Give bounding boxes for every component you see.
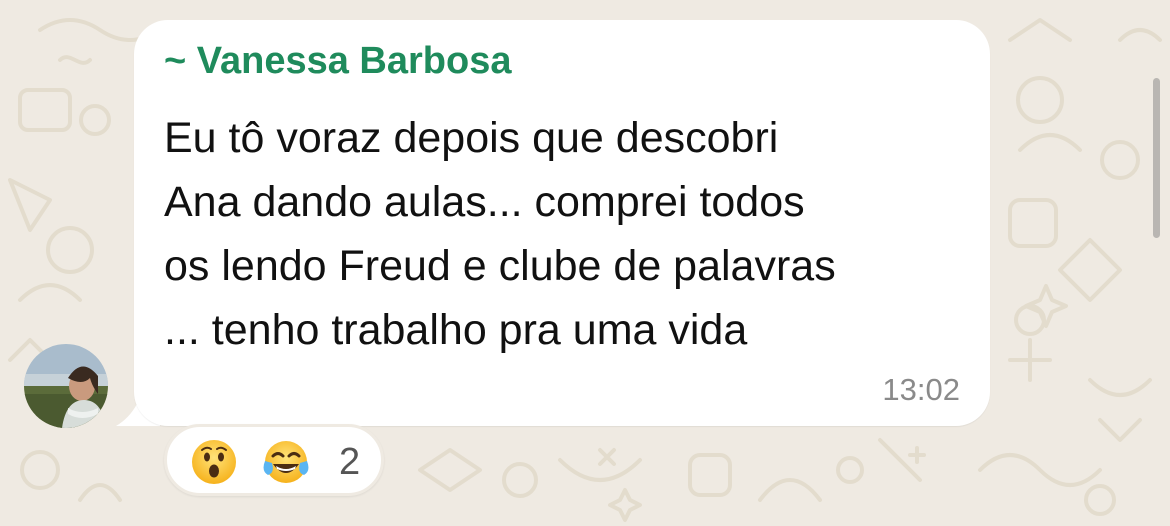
- message-line: os lendo Freud e clube de palavras: [164, 242, 836, 290]
- sender-avatar[interactable]: [24, 344, 108, 428]
- message-line: ... tenho trabalho pra uma vida: [164, 306, 748, 354]
- message-line: Ana dando aulas... comprei todos: [164, 178, 805, 226]
- message-text: Eu tô voraz depois que descobri Ana dand…: [164, 106, 974, 362]
- avatar-photo: [24, 344, 108, 428]
- message-timestamp: 13:02: [882, 372, 960, 407]
- scrollbar[interactable]: [1153, 78, 1160, 238]
- sender-name[interactable]: ~ Vanessa Barbosa: [164, 40, 512, 83]
- face-with-tears-of-joy-icon: [263, 441, 309, 483]
- astonished-face-icon: [192, 440, 236, 484]
- reactions-pill[interactable]: 2: [164, 424, 384, 496]
- message-line: Eu tô voraz depois que descobri: [164, 114, 779, 162]
- message-bubble[interactable]: ~ Vanessa Barbosa Eu tô voraz depois que…: [134, 20, 990, 426]
- reaction-count: 2: [339, 441, 361, 483]
